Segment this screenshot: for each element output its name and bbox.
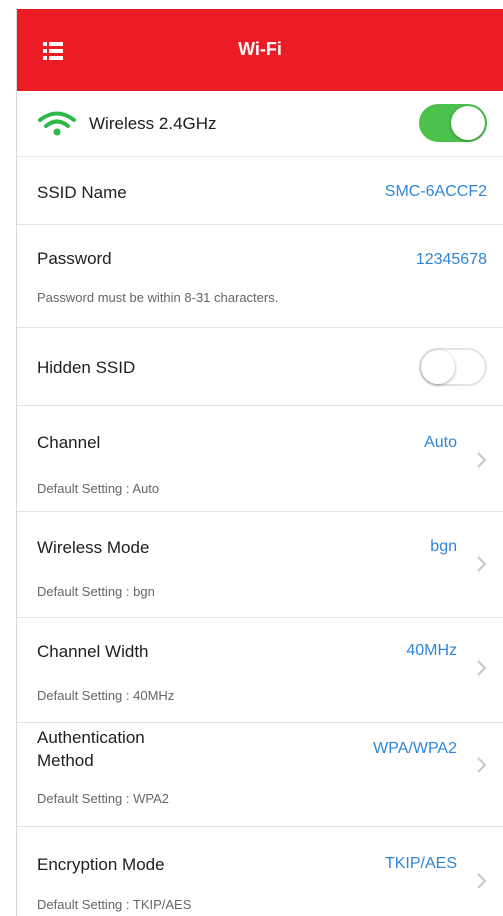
channel-width-row[interactable]: Channel Width 40MHz Default Setting : 40… xyxy=(17,618,503,723)
auth-method-row[interactable]: Authentication Method WPA/WPA2 Default S… xyxy=(17,723,503,827)
channel-hint: Default Setting : Auto xyxy=(37,481,160,496)
app-frame: Wi-Fi Wireless 2.4GHz SSID Name SMC-6ACC… xyxy=(16,9,503,916)
page-title: Wi-Fi xyxy=(238,39,282,59)
wireless-mode-row[interactable]: Wireless Mode bgn Default Setting : bgn xyxy=(17,512,503,618)
encryption-row[interactable]: Encryption Mode TKIP/AES Default Setting… xyxy=(17,827,503,916)
password-value[interactable]: 12345678 xyxy=(416,251,487,269)
chevron-right-icon[interactable] xyxy=(475,555,489,573)
wireless-toggle[interactable] xyxy=(419,104,487,142)
channel-width-value[interactable]: 40MHz xyxy=(406,642,457,660)
wireless-label: Wireless 2.4GHz xyxy=(89,114,217,133)
password-label: Password xyxy=(37,249,112,268)
wifi-icon xyxy=(37,111,77,142)
channel-row[interactable]: Channel Auto Default Setting : Auto xyxy=(17,406,503,512)
chevron-right-icon[interactable] xyxy=(475,451,489,469)
chevron-right-icon[interactable] xyxy=(475,659,489,677)
wireless-row: Wireless 2.4GHz xyxy=(17,91,503,157)
encryption-value[interactable]: TKIP/AES xyxy=(385,855,457,873)
wireless-mode-hint: Default Setting : bgn xyxy=(37,584,155,599)
auth-method-label-line2: Method xyxy=(37,751,94,770)
password-hint: Password must be within 8-31 characters. xyxy=(37,290,279,305)
toggle-knob xyxy=(421,350,455,384)
app-header: Wi-Fi xyxy=(17,9,503,91)
encryption-hint: Default Setting : TKIP/AES xyxy=(37,897,192,912)
wireless-mode-value[interactable]: bgn xyxy=(430,538,457,556)
channel-value[interactable]: Auto xyxy=(424,434,457,452)
channel-width-label: Channel Width xyxy=(37,642,149,661)
ssid-row[interactable]: SSID Name SMC-6ACCF2 xyxy=(17,157,503,225)
ssid-value[interactable]: SMC-6ACCF2 xyxy=(385,183,487,201)
password-row[interactable]: Password 12345678 Password must be withi… xyxy=(17,225,503,328)
hidden-ssid-row: Hidden SSID xyxy=(17,328,503,406)
channel-width-hint: Default Setting : 40MHz xyxy=(37,688,175,703)
encryption-label: Encryption Mode xyxy=(37,855,165,874)
chevron-right-icon[interactable] xyxy=(475,756,489,774)
wireless-mode-label: Wireless Mode xyxy=(37,538,150,557)
hidden-ssid-label: Hidden SSID xyxy=(37,358,136,377)
auth-method-hint: Default Setting : WPA2 xyxy=(37,791,169,806)
channel-label: Channel xyxy=(37,433,101,452)
chevron-right-icon[interactable] xyxy=(475,872,489,890)
hidden-ssid-toggle[interactable] xyxy=(419,348,487,386)
toggle-knob xyxy=(451,106,485,140)
ssid-label: SSID Name xyxy=(37,183,127,202)
auth-method-value[interactable]: WPA/WPA2 xyxy=(373,740,457,758)
auth-method-label-line1: Authentication xyxy=(37,728,145,747)
